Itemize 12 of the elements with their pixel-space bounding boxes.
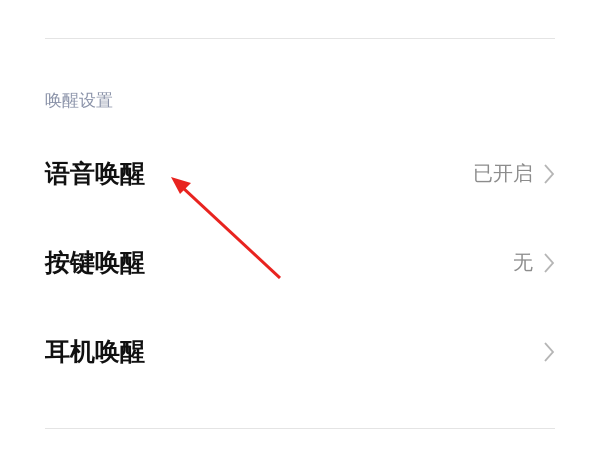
settings-row[interactable]: 按键唤醒 无 [45, 218, 555, 307]
row-label: 按键唤醒 [45, 247, 145, 279]
settings-row[interactable]: 耳机唤醒 [45, 307, 555, 396]
chevron-icon [543, 252, 555, 274]
section-title: 唤醒设置 [45, 90, 114, 113]
row-label: 耳机唤醒 [45, 336, 145, 368]
row-value: 已开启 [473, 160, 533, 187]
chevron-icon [543, 340, 555, 362]
settings-row[interactable]: 语音唤醒 已开启 [45, 129, 555, 218]
row-label: 语音唤醒 [45, 158, 145, 190]
row-value: 无 [513, 249, 533, 276]
chevron-icon [543, 162, 555, 184]
